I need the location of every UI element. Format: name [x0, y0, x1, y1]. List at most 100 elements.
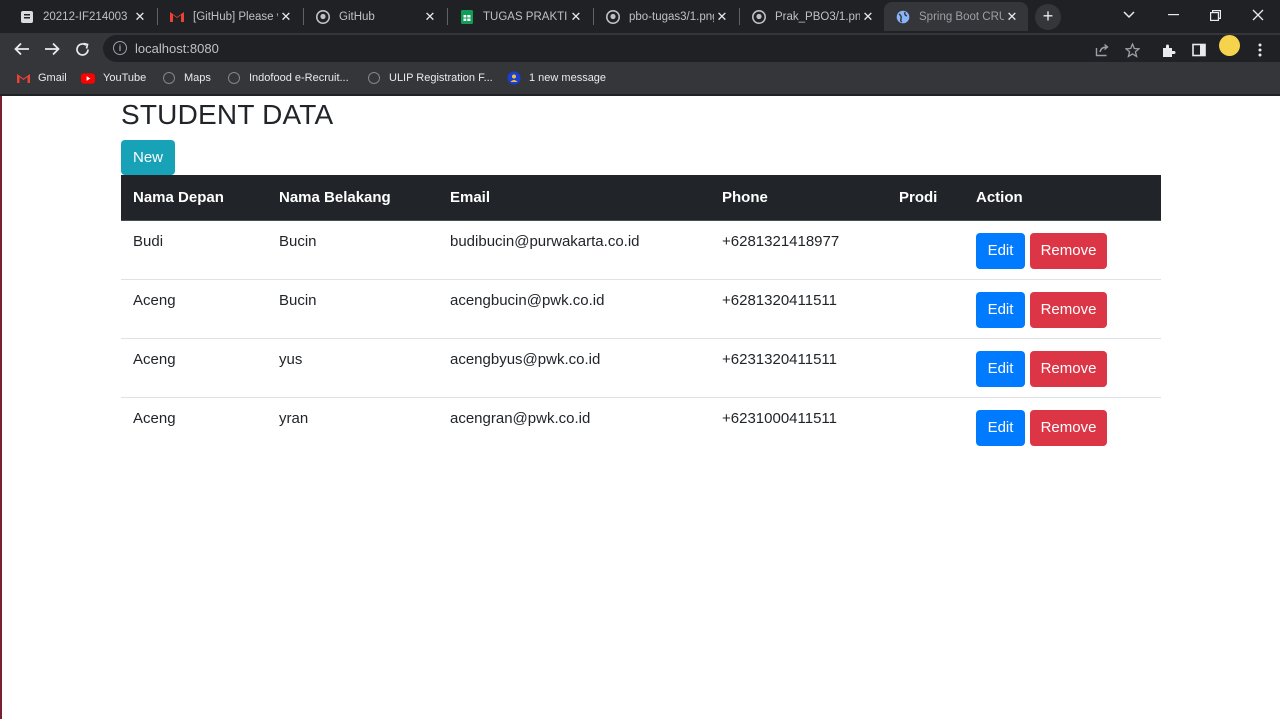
column-header-nama-belakang: Nama Belakang	[267, 175, 438, 221]
bookmarks-bar: Gmail YouTube Maps Indofood e-Recruit...…	[0, 64, 1280, 94]
remove-button[interactable]: Remove	[1030, 232, 1107, 269]
tab-title: 20212-IF214003	[43, 10, 128, 23]
edit-button[interactable]: Edit	[976, 409, 1025, 446]
document-icon	[20, 10, 34, 24]
tab-title: [GitHub] Please v	[193, 10, 278, 23]
cell-prodi	[887, 396, 964, 456]
bookmark-youtube[interactable]: YouTube	[81, 71, 146, 85]
gmail-icon	[170, 10, 184, 24]
edit-button[interactable]: Edit	[976, 232, 1025, 269]
restore-icon[interactable]	[1193, 0, 1237, 30]
tab-title: GitHub	[339, 10, 375, 23]
cell-email: acengbucin@pwk.co.id	[438, 278, 710, 338]
page-title: STUDENT DATA	[121, 99, 334, 130]
student-table: Nama Depan Nama Belakang Email Phone Pro…	[121, 175, 1161, 456]
extensions-icon[interactable]	[1159, 41, 1177, 59]
bookmark-label: 1 new message	[529, 72, 607, 84]
bookmark-label: Indofood e-Recruit...	[249, 72, 349, 84]
minimize-icon[interactable]	[1151, 0, 1195, 30]
cell-prodi	[887, 337, 964, 397]
close-tab-icon[interactable]: ✕	[132, 9, 148, 25]
tab-strip: 20212-IF214003 ✕ [GitHub] Please v ✕ Git…	[0, 0, 1280, 33]
cell-nama-belakang: Bucin	[267, 278, 438, 338]
column-header-prodi: Prodi	[887, 175, 964, 221]
cell-action: Edit Remove	[964, 337, 1161, 397]
tab-title: Spring Boot CRU	[919, 10, 1004, 23]
remove-button[interactable]: Remove	[1030, 350, 1107, 387]
close-tab-icon[interactable]: ✕	[860, 9, 876, 25]
cell-nama-depan: Aceng	[121, 396, 267, 456]
tab-sheets[interactable]: TUGAS PRAKTIKU ✕	[448, 2, 592, 31]
menu-icon[interactable]	[1251, 41, 1269, 59]
cell-nama-depan: Aceng	[121, 337, 267, 397]
remove-button[interactable]: Remove	[1030, 291, 1107, 328]
share-icon[interactable]	[1093, 41, 1111, 59]
cell-nama-depan: Budi	[133, 232, 164, 250]
close-window-icon[interactable]	[1236, 0, 1280, 30]
browser-chrome: 20212-IF214003 ✕ [GitHub] Please v ✕ Git…	[0, 0, 1280, 96]
cell-action: Edit Remove	[964, 220, 1161, 279]
close-tab-icon[interactable]: ✕	[1004, 9, 1020, 25]
remove-button[interactable]: Remove	[1030, 409, 1107, 446]
bookmark-label: ULIP Registration F...	[389, 72, 493, 84]
table-row: Aceng yran acengran@pwk.co.id +623100041…	[121, 396, 1161, 456]
reload-icon[interactable]	[70, 37, 94, 61]
profile-avatar[interactable]	[1219, 35, 1240, 56]
column-header-nama-depan: Nama Depan	[121, 175, 267, 221]
cell-phone: +6231000411511	[710, 396, 887, 456]
globe-icon	[227, 71, 241, 85]
edit-button[interactable]: Edit	[976, 291, 1025, 328]
table-row: Budi Bucin budibucin@purwakarta.co.id +6…	[121, 220, 1161, 279]
table-header: Nama Depan Nama Belakang Email Phone Pro…	[121, 175, 1161, 221]
close-tab-icon[interactable]: ✕	[568, 9, 584, 25]
bookmark-indofood[interactable]: Indofood e-Recruit...	[227, 71, 349, 85]
globe-icon	[367, 71, 381, 85]
side-panel-icon[interactable]	[1190, 41, 1208, 59]
table-row: Aceng Bucin acengbucin@pwk.co.id +628132…	[121, 278, 1161, 338]
tab-prak-pbo3[interactable]: Prak_PBO3/1.png ✕	[740, 2, 884, 31]
tab-title: Prak_PBO3/1.png	[775, 10, 860, 23]
bookmark-label: Maps	[184, 72, 211, 84]
forward-icon[interactable]	[40, 37, 64, 61]
tab-document[interactable]: 20212-IF214003 ✕	[8, 2, 156, 31]
cell-email: acengbyus@pwk.co.id	[438, 337, 710, 397]
cell-nama-belakang: yran	[267, 396, 438, 456]
close-tab-icon[interactable]: ✕	[714, 9, 730, 25]
tab-title: TUGAS PRAKTIKU	[483, 10, 568, 23]
url-text[interactable]: localhost:8080	[135, 41, 219, 56]
back-icon[interactable]	[10, 37, 34, 61]
bookmark-ulip[interactable]: ULIP Registration F...	[367, 71, 493, 85]
bookmark-gmail[interactable]: Gmail	[16, 71, 67, 85]
close-tab-icon[interactable]: ✕	[422, 9, 438, 25]
cell-phone: +6281321418977	[722, 232, 840, 250]
cell-prodi	[887, 278, 964, 338]
new-student-button[interactable]: New	[121, 140, 175, 175]
bookmark-message[interactable]: 1 new message	[507, 71, 606, 85]
globe-icon	[896, 10, 910, 24]
cell-action: Edit Remove	[964, 396, 1161, 456]
globe-icon	[162, 71, 176, 85]
cell-prodi	[887, 220, 964, 279]
tab-search-icon[interactable]	[1107, 0, 1151, 30]
site-info-icon[interactable]: i	[113, 41, 127, 55]
tab-github-email[interactable]: [GitHub] Please v ✕	[158, 2, 302, 31]
bookmark-star-icon[interactable]	[1123, 41, 1141, 59]
tab-pbo-tugas3[interactable]: pbo-tugas3/1.png ✕	[594, 2, 738, 31]
bookmark-maps[interactable]: Maps	[162, 71, 211, 85]
browser-toolbar: i localhost:8080	[0, 33, 1280, 64]
edit-button[interactable]: Edit	[976, 350, 1025, 387]
tab-github[interactable]: GitHub ✕	[304, 2, 446, 31]
tab-spring-boot[interactable]: Spring Boot CRU ✕	[884, 2, 1028, 31]
address-bar[interactable]: i localhost:8080	[103, 35, 1280, 62]
close-tab-icon[interactable]: ✕	[278, 9, 294, 25]
message-icon	[507, 71, 521, 85]
youtube-icon	[81, 71, 95, 85]
cell-nama-belakang: Bucin	[279, 232, 317, 250]
table-row: Aceng yus acengbyus@pwk.co.id +623132041…	[121, 337, 1161, 397]
window-edge	[0, 96, 2, 719]
gmail-icon	[16, 71, 30, 85]
github-icon	[606, 9, 620, 24]
cell-email: acengran@pwk.co.id	[438, 396, 710, 456]
new-tab-button[interactable]: +	[1035, 4, 1061, 30]
bookmark-label: YouTube	[103, 72, 147, 84]
